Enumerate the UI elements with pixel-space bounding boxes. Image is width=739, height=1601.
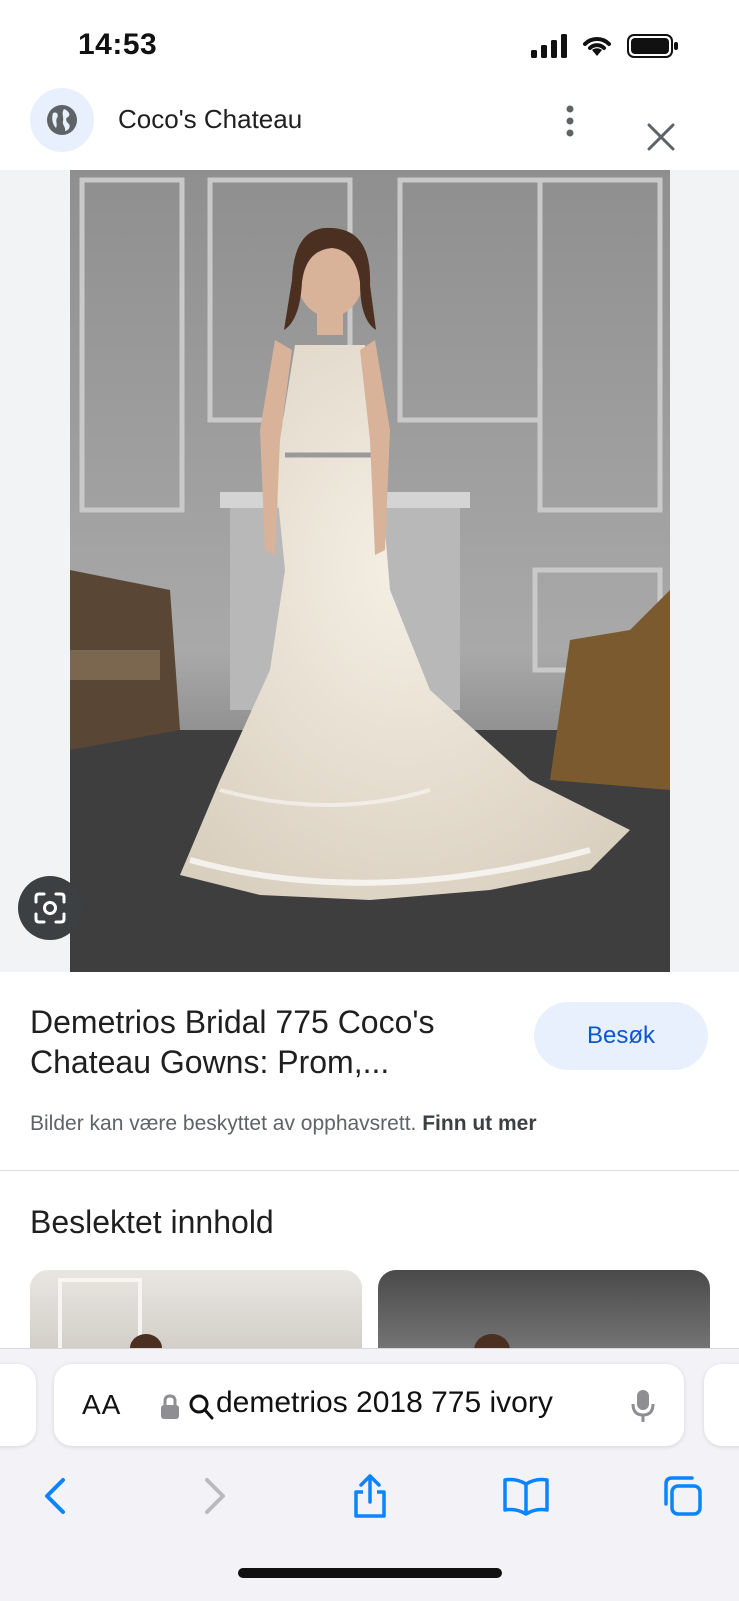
share-button[interactable] bbox=[342, 1468, 398, 1524]
next-tab-card[interactable] bbox=[704, 1364, 739, 1446]
wifi-icon bbox=[583, 37, 611, 56]
back-button[interactable] bbox=[28, 1468, 84, 1524]
globe-icon bbox=[47, 105, 77, 135]
signal-icon bbox=[531, 34, 567, 58]
lens-icon bbox=[34, 892, 66, 924]
copyright-notice: Bilder kan være beskyttet av opphavsrett… bbox=[30, 1112, 537, 1136]
related-thumbnail[interactable] bbox=[30, 1270, 362, 1360]
result-title[interactable]: Demetrios Bridal 775 Coco's Chateau Gown… bbox=[30, 1002, 510, 1082]
back-icon bbox=[45, 1478, 65, 1514]
close-icon[interactable] bbox=[644, 120, 678, 154]
lock-icon bbox=[161, 1394, 179, 1419]
forward-button[interactable] bbox=[186, 1468, 242, 1524]
more-vert-icon[interactable] bbox=[556, 104, 584, 138]
forward-icon bbox=[205, 1478, 225, 1514]
divider bbox=[0, 1170, 739, 1171]
copyright-text: Bilder kan være beskyttet av opphavsrett… bbox=[30, 1112, 417, 1135]
site-favicon bbox=[30, 88, 94, 152]
bookmarks-icon bbox=[503, 1477, 549, 1516]
result-image[interactable] bbox=[70, 170, 670, 972]
lens-button[interactable] bbox=[18, 876, 82, 940]
share-icon bbox=[354, 1474, 386, 1518]
bookmarks-button[interactable] bbox=[498, 1468, 554, 1524]
microphone-icon[interactable] bbox=[630, 1388, 656, 1424]
status-time: 14:53 bbox=[78, 28, 158, 61]
visit-button[interactable]: Besøk bbox=[534, 1002, 708, 1070]
related-heading: Beslektet innhold bbox=[30, 1204, 274, 1240]
text-size-button[interactable]: AA bbox=[82, 1389, 121, 1421]
related-image-2 bbox=[474, 1334, 510, 1360]
url-field[interactable]: demetrios 2018 775 ivory bbox=[216, 1386, 553, 1420]
battery-icon bbox=[627, 34, 678, 58]
site-name[interactable]: Coco's Chateau bbox=[118, 104, 302, 135]
home-indicator bbox=[238, 1568, 502, 1578]
related-thumbnail[interactable] bbox=[378, 1270, 710, 1360]
bridal-photo bbox=[70, 170, 670, 972]
related-image-1 bbox=[58, 1278, 162, 1360]
header-bar bbox=[0, 86, 739, 170]
learn-more-link[interactable]: Finn ut mer bbox=[422, 1112, 536, 1135]
tabs-icon bbox=[664, 1476, 702, 1516]
search-icon bbox=[189, 1394, 214, 1420]
status-icons bbox=[531, 34, 679, 58]
previous-tab-card[interactable] bbox=[0, 1364, 36, 1446]
tabs-button[interactable] bbox=[654, 1468, 710, 1524]
